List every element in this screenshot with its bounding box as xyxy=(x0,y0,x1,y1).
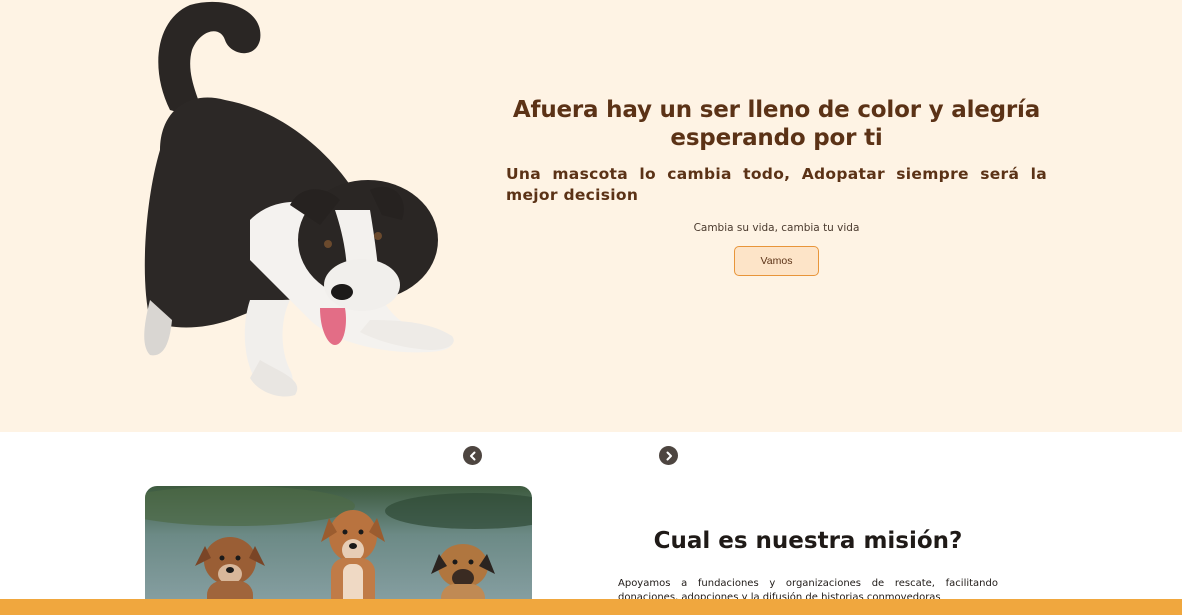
hero-dog-image xyxy=(144,1,454,397)
footer-bar xyxy=(0,599,1182,615)
chevron-left-circle-icon xyxy=(469,451,475,460)
hero-subtitle: Una mascota lo cambia todo, Adopatar sie… xyxy=(506,165,1047,204)
hero-title: Afuera hay un ser lleno de color y alegr… xyxy=(512,97,1041,151)
hero-content: Afuera hay un ser lleno de color y alegr… xyxy=(506,96,1047,276)
hero-section: Afuera hay un ser lleno de color y alegr… xyxy=(0,0,1182,432)
carousel-prev-button[interactable] xyxy=(463,446,482,465)
chevron-right-circle-icon xyxy=(666,451,672,460)
mission-puppies-photo xyxy=(145,486,532,615)
cta-wrapper: Vamos xyxy=(506,246,1047,276)
vamos-button[interactable]: Vamos xyxy=(734,246,819,276)
hero-tagline: Cambia su vida, cambia tu vida xyxy=(693,222,860,234)
mission-title: Cual es nuestra misión? xyxy=(653,528,963,554)
carousel-next-button[interactable] xyxy=(659,446,678,465)
